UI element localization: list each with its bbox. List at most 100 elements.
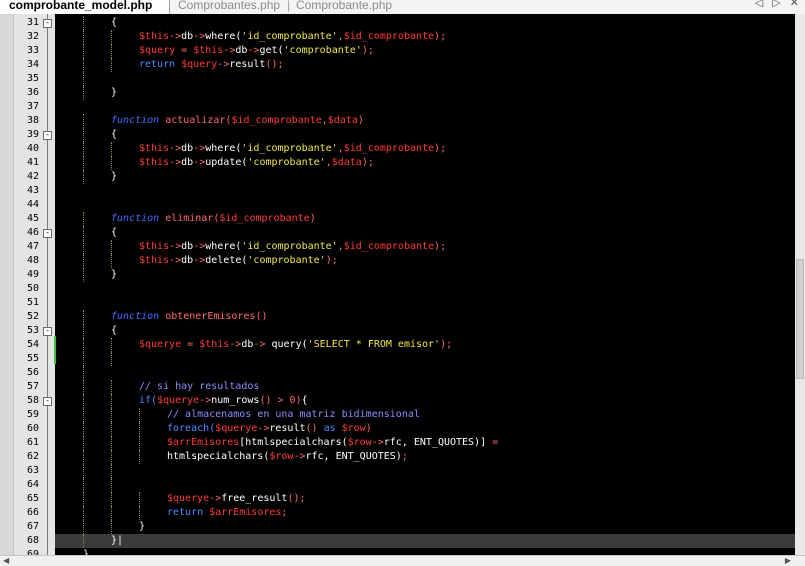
code-text: $this->db->update('comprobante',$data); — [139, 156, 374, 170]
indent-guide — [83, 492, 84, 506]
code-token: 'comprobante' — [247, 157, 326, 168]
code-text: { — [111, 226, 117, 240]
code-line[interactable]: $this->db->update('comprobante',$data); — [55, 156, 795, 170]
code-text: // si hay resultados — [139, 380, 259, 394]
tab-next-icon[interactable]: ▷ — [772, 0, 780, 9]
code-text: // almacenamos en una matriz bidimension… — [167, 408, 420, 422]
tab-separator: | — [287, 0, 291, 12]
indent-guide — [111, 380, 112, 394]
code-token: 'id_comprobante' — [241, 143, 338, 154]
code-token: $row — [269, 451, 294, 462]
code-line[interactable]: { — [55, 16, 795, 30]
code-token: ); — [361, 45, 374, 56]
code-line[interactable]: foreach($querye->result() as $row) — [55, 422, 795, 436]
indent-guide — [83, 534, 84, 548]
code-token: $id_comprobante — [231, 115, 322, 126]
code-token: (); — [287, 493, 306, 504]
vertical-scrollbar[interactable] — [795, 14, 805, 555]
line-number: 45 — [26, 213, 39, 224]
fold-toggle-icon[interactable]: - — [43, 229, 52, 238]
code-token: foreach( — [167, 423, 216, 434]
indent-guide — [83, 212, 84, 226]
code-line[interactable]: htmlspecialchars($row->rfc, ENT_QUOTES); — [55, 450, 795, 464]
code-token: 'comprobante' — [283, 45, 362, 56]
code-line[interactable]: { — [55, 128, 795, 142]
code-token: () — [305, 423, 324, 434]
indent-guide — [83, 226, 84, 240]
horizontal-scrollbar[interactable]: ◀ ▶ — [0, 555, 805, 566]
code-token: ); — [361, 157, 374, 168]
fold-toggle-icon[interactable]: - — [43, 19, 52, 28]
code-line[interactable] — [55, 478, 795, 492]
code-token: $query — [181, 59, 218, 70]
code-editor[interactable]: 31-32 33 34 35 36 37 38 39-40 41 42 43 44 45 46-47 48 4… — [0, 14, 805, 555]
tab-comprobante[interactable]: Comprobante.php — [296, 0, 392, 14]
code-token: query( — [271, 339, 308, 350]
code-line[interactable]: function eliminar($id_comprobante) — [55, 212, 795, 226]
code-line[interactable] — [55, 184, 795, 198]
code-line[interactable]: $querye->free_result(); — [55, 492, 795, 506]
code-line[interactable]: $query = $this->db->get('comprobante'); — [55, 44, 795, 58]
indent-guide — [111, 142, 112, 156]
code-line[interactable]: $this->db->delete('comprobante'); — [55, 254, 795, 268]
code-line[interactable] — [55, 366, 795, 380]
code-token: rfc, ENT_QUOTES) — [305, 451, 402, 462]
code-line[interactable]: } — [55, 520, 795, 534]
scrollbar-thumb[interactable] — [796, 259, 804, 379]
code-token: $data — [327, 115, 358, 126]
code-line[interactable] — [55, 352, 795, 366]
code-line[interactable]: { — [55, 226, 795, 240]
code-line[interactable]: // si hay resultados — [55, 380, 795, 394]
code-token: -> — [209, 493, 222, 504]
code-line[interactable]: if($querye->num_rows() > 0){ — [55, 394, 795, 408]
line-number: 57 — [26, 381, 39, 392]
code-line[interactable]: return $arrEmisores; — [55, 506, 795, 520]
code-text: $this->db->where('id_comprobante',$id_co… — [139, 142, 446, 156]
indent-guide — [139, 506, 140, 520]
code-line[interactable]: $this->db->where('id_comprobante',$id_co… — [55, 240, 795, 254]
code-token: $row — [347, 437, 372, 448]
code-line[interactable]: $querye = $this->db-> query('SELECT * FR… — [55, 338, 795, 352]
code-line[interactable]: } — [55, 170, 795, 184]
indent-guide — [111, 450, 112, 464]
code-line[interactable]: $arrEmisores[htmlspecialchars($row->rfc,… — [55, 436, 795, 450]
code-line[interactable] — [55, 100, 795, 114]
code-line[interactable]: }| — [55, 534, 795, 548]
code-line[interactable]: return $query->result(); — [55, 58, 795, 72]
tab-prev-icon[interactable]: ◁ — [755, 0, 763, 9]
code-token: ) — [357, 115, 364, 126]
line-number: 52 — [26, 311, 39, 322]
code-line[interactable]: function actualizar($id_comprobante,$dat… — [55, 114, 795, 128]
code-line[interactable]: // almacenamos en una matriz bidimension… — [55, 408, 795, 422]
code-line[interactable] — [55, 282, 795, 296]
tab-comprobante-model[interactable]: comprobante_model.php — [0, 0, 170, 14]
bookmark-margin[interactable] — [0, 14, 14, 555]
tab-comprobantes[interactable]: Comprobantes.php — [178, 0, 280, 14]
code-token: $id_comprobante — [219, 213, 310, 224]
code-line[interactable] — [55, 72, 795, 86]
code-line[interactable] — [55, 198, 795, 212]
line-number: 58 — [26, 395, 39, 406]
indent-guide — [111, 30, 112, 44]
code-line[interactable]: } — [55, 86, 795, 100]
code-line[interactable]: } — [55, 548, 795, 555]
code-line[interactable] — [55, 464, 795, 478]
indent-guide — [83, 310, 84, 324]
fold-toggle-icon[interactable]: - — [43, 397, 52, 406]
code-line[interactable]: $this->db->where('id_comprobante',$id_co… — [55, 142, 795, 156]
code-line[interactable]: function obtenerEmisores() — [55, 310, 795, 324]
code-line[interactable]: $this->db->where('id_comprobante',$id_co… — [55, 30, 795, 44]
code-line[interactable]: } — [55, 268, 795, 282]
fold-toggle-icon[interactable]: - — [43, 131, 52, 140]
code-line[interactable]: { — [55, 324, 795, 338]
fold-toggle-icon[interactable]: - — [43, 327, 52, 336]
code-token: // almacenamos en una matriz bidimension… — [167, 409, 420, 420]
line-number: 61 — [26, 437, 39, 448]
line-number: 69 — [26, 549, 39, 555]
close-icon[interactable]: ✕ — [790, 0, 799, 9]
indent-guide — [111, 338, 112, 352]
line-number: 66 — [26, 507, 39, 518]
code-text: htmlspecialchars($row->rfc, ENT_QUOTES); — [167, 450, 408, 464]
code-line[interactable] — [55, 296, 795, 310]
line-number: 64 — [26, 479, 39, 490]
